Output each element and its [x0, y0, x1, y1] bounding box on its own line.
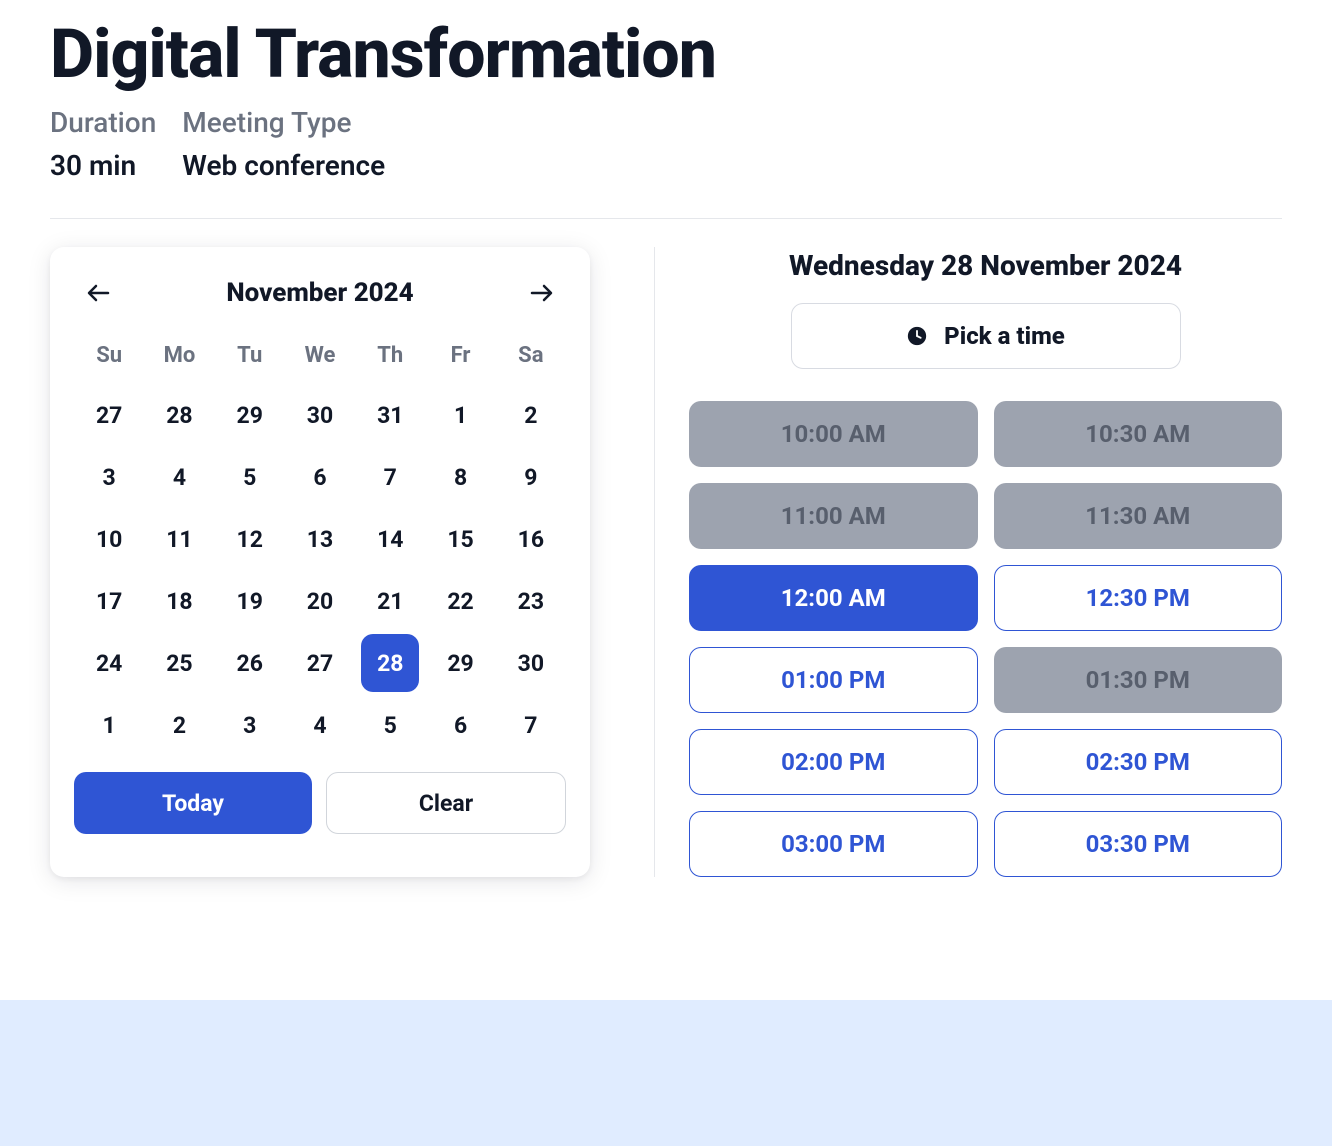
weekday-label: Th	[355, 333, 425, 384]
time-slot[interactable]: 02:00 PM	[689, 729, 978, 795]
pick-a-time-button[interactable]: Pick a time	[791, 303, 1181, 369]
date-cell[interactable]: 6	[285, 446, 355, 508]
date-cell[interactable]: 26	[215, 632, 285, 694]
body-row: November 2024 SuMoTuWeThFrSa 27282930311…	[50, 247, 1282, 877]
date-cell[interactable]: 24	[74, 632, 144, 694]
next-month-button[interactable]	[522, 275, 562, 311]
arrow-right-icon	[528, 281, 556, 305]
duration-label: Duration	[50, 106, 156, 139]
date-cell[interactable]: 17	[74, 570, 144, 632]
date-cell[interactable]: 13	[285, 508, 355, 570]
date-cell[interactable]: 11	[144, 508, 214, 570]
date-cell[interactable]: 25	[144, 632, 214, 694]
time-slot[interactable]: 12:00 AM	[689, 565, 978, 631]
dates-container: 2728293031123456789101112131415161718192…	[74, 384, 566, 756]
date-cell[interactable]: 29	[215, 384, 285, 446]
weekday-label: Su	[74, 333, 144, 384]
date-cell[interactable]: 28	[144, 384, 214, 446]
meta-type: Meeting Type Web conference	[182, 106, 385, 182]
time-slot-grid: 10:00 AM10:30 AM11:00 AM11:30 AM12:00 AM…	[689, 401, 1282, 877]
calendar-month-label: November 2024	[118, 278, 522, 308]
calendar-card: November 2024 SuMoTuWeThFrSa 27282930311…	[50, 247, 590, 877]
calendar-footer: Today Clear	[74, 772, 566, 834]
arrow-left-icon	[84, 281, 112, 305]
time-slot[interactable]: 03:00 PM	[689, 811, 978, 877]
date-cell[interactable]: 4	[144, 446, 214, 508]
date-cell[interactable]: 3	[215, 694, 285, 756]
date-row: 24252627282930	[74, 632, 566, 694]
date-cell[interactable]: 3	[74, 446, 144, 508]
type-label: Meeting Type	[182, 106, 385, 139]
date-cell[interactable]: 12	[215, 508, 285, 570]
meta-row: Duration 30 min Meeting Type Web confere…	[50, 106, 1282, 182]
time-slot[interactable]: 12:30 PM	[994, 565, 1283, 631]
date-cell[interactable]: 19	[215, 570, 285, 632]
date-cell[interactable]: 6	[425, 694, 495, 756]
calendar-header: November 2024	[74, 275, 566, 311]
clock-icon	[906, 325, 928, 347]
time-slot[interactable]: 01:00 PM	[689, 647, 978, 713]
date-cell[interactable]: 5	[215, 446, 285, 508]
time-slot[interactable]: 02:30 PM	[994, 729, 1283, 795]
date-cell[interactable]: 5	[355, 694, 425, 756]
date-cell[interactable]: 2	[144, 694, 214, 756]
date-row: 3456789	[74, 446, 566, 508]
divider	[50, 218, 1282, 219]
weekday-label: We	[285, 333, 355, 384]
weekday-label: Sa	[496, 333, 566, 384]
date-cell[interactable]: 20	[285, 570, 355, 632]
date-row: 10111213141516	[74, 508, 566, 570]
date-cell[interactable]: 2	[496, 384, 566, 446]
selected-date-heading: Wednesday 28 November 2024	[689, 247, 1282, 285]
date-cell[interactable]: 14	[355, 508, 425, 570]
weekday-label: Mo	[144, 333, 214, 384]
clear-button[interactable]: Clear	[326, 772, 566, 834]
date-row: 1234567	[74, 694, 566, 756]
time-slot: 01:30 PM	[994, 647, 1283, 713]
date-cell[interactable]: 22	[425, 570, 495, 632]
date-cell[interactable]: 1	[74, 694, 144, 756]
date-cell[interactable]: 31	[355, 384, 425, 446]
time-slot: 11:00 AM	[689, 483, 978, 549]
type-value: Web conference	[182, 149, 385, 182]
date-cell[interactable]: 30	[496, 632, 566, 694]
vertical-divider	[654, 247, 655, 877]
time-slot: 10:30 AM	[994, 401, 1283, 467]
date-cell[interactable]: 7	[496, 694, 566, 756]
time-panel: Wednesday 28 November 2024 Pick a time 1…	[689, 247, 1282, 877]
prev-month-button[interactable]	[78, 275, 118, 311]
time-slot[interactable]: 03:30 PM	[994, 811, 1283, 877]
pick-a-time-label: Pick a time	[944, 322, 1065, 350]
date-cell[interactable]: 8	[425, 446, 495, 508]
today-button[interactable]: Today	[74, 772, 312, 834]
date-cell[interactable]: 28	[355, 632, 425, 694]
date-cell[interactable]: 10	[74, 508, 144, 570]
time-slot: 10:00 AM	[689, 401, 978, 467]
weekday-label: Tu	[215, 333, 285, 384]
date-cell[interactable]: 23	[496, 570, 566, 632]
date-cell[interactable]: 15	[425, 508, 495, 570]
date-cell[interactable]: 29	[425, 632, 495, 694]
duration-value: 30 min	[50, 149, 156, 182]
date-cell[interactable]: 4	[285, 694, 355, 756]
meta-duration: Duration 30 min	[50, 106, 156, 182]
date-cell[interactable]: 9	[496, 446, 566, 508]
date-cell[interactable]: 21	[355, 570, 425, 632]
date-cell[interactable]: 18	[144, 570, 214, 632]
date-cell[interactable]: 27	[74, 384, 144, 446]
date-cell[interactable]: 30	[285, 384, 355, 446]
booking-page: Digital Transformation Duration 30 min M…	[0, 0, 1332, 1000]
date-row: 272829303112	[74, 384, 566, 446]
weekday-row: SuMoTuWeThFrSa	[74, 333, 566, 384]
time-slot: 11:30 AM	[994, 483, 1283, 549]
date-cell[interactable]: 7	[355, 446, 425, 508]
page-title: Digital Transformation	[50, 0, 1282, 94]
weekday-label: Fr	[425, 333, 495, 384]
date-cell[interactable]: 1	[425, 384, 495, 446]
date-row: 17181920212223	[74, 570, 566, 632]
date-cell[interactable]: 27	[285, 632, 355, 694]
date-cell[interactable]: 16	[496, 508, 566, 570]
